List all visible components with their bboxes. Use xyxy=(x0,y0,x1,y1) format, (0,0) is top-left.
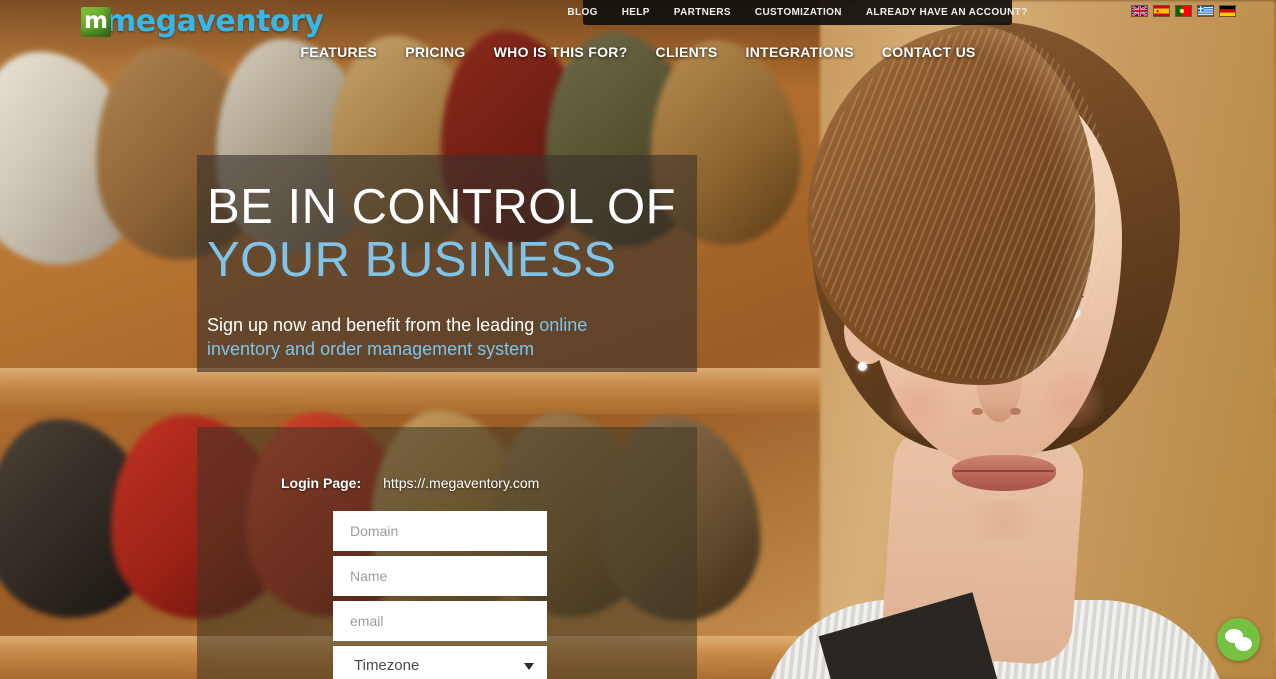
site-logo[interactable]: megaventory xyxy=(81,4,324,39)
hero-headline-line1: BE IN CONTROL OF xyxy=(207,180,677,234)
name-input[interactable] xyxy=(333,556,547,596)
nav-pricing[interactable]: PRICING xyxy=(405,44,465,60)
model-portrait xyxy=(740,0,1276,679)
language-selector xyxy=(1131,5,1236,17)
nav-integrations[interactable]: INTEGRATIONS xyxy=(746,44,854,60)
top-utility-bar: BLOG HELP PARTNERS CUSTOMIZATION ALREADY… xyxy=(567,0,1027,25)
top-nav-blog[interactable]: BLOG xyxy=(567,7,597,18)
email-input[interactable] xyxy=(333,601,547,641)
top-nav-help[interactable]: HELP xyxy=(622,7,650,18)
model-nostril xyxy=(1010,408,1021,415)
chevron-down-icon xyxy=(524,663,534,670)
megaventory-cube-icon xyxy=(81,7,111,37)
nav-who-is-this-for[interactable]: WHO IS THIS FOR? xyxy=(494,44,628,60)
model-lip-line xyxy=(954,470,1054,472)
hero-subtitle-plain: Sign up now and benefit from the leading xyxy=(207,314,540,335)
domain-input[interactable] xyxy=(333,511,547,551)
hero-subtitle: Sign up now and benefit from the leading… xyxy=(207,313,637,362)
timezone-select[interactable]: Timezone xyxy=(333,646,547,679)
login-page-label: Login Page: xyxy=(281,475,362,491)
model-cheek xyxy=(1032,372,1112,428)
page-title: BE IN CONTROL OF YOUR BUSINESS xyxy=(207,181,697,287)
nav-contact-us[interactable]: CONTACT US xyxy=(882,44,976,60)
login-page-row: Login Page: https://.megaventory.com xyxy=(197,427,697,491)
flag-el-icon[interactable] xyxy=(1197,5,1214,17)
model-nostril xyxy=(972,408,983,415)
timezone-select-label: Timezone xyxy=(354,657,420,674)
flag-es-icon[interactable] xyxy=(1153,5,1170,17)
model-lips xyxy=(952,455,1056,491)
model-earring xyxy=(858,362,867,371)
top-nav-partners[interactable]: PARTNERS xyxy=(674,7,731,18)
logo-wordmark: megaventory xyxy=(105,4,324,39)
signup-panel: Login Page: https://.megaventory.com Tim… xyxy=(197,427,697,679)
hero-panel: BE IN CONTROL OF YOUR BUSINESS Sign up n… xyxy=(197,155,697,372)
page-root: BLOG HELP PARTNERS CUSTOMIZATION ALREADY… xyxy=(0,0,1276,679)
main-navigation: FEATURES PRICING WHO IS THIS FOR? CLIENT… xyxy=(0,44,1276,60)
flag-de-icon[interactable] xyxy=(1219,5,1236,17)
chat-bubble-icon xyxy=(1235,637,1252,651)
flag-pt-icon[interactable] xyxy=(1175,5,1192,17)
chat-widget-button[interactable] xyxy=(1217,618,1260,661)
nav-features[interactable]: FEATURES xyxy=(300,44,377,60)
model-chin xyxy=(954,500,1054,540)
hero-headline-line2: YOUR BUSINESS xyxy=(207,232,617,287)
model-cheek xyxy=(880,378,960,434)
login-page-url: https://.megaventory.com xyxy=(383,475,540,491)
signup-form: Timezone xyxy=(333,511,547,679)
top-nav-customization[interactable]: CUSTOMIZATION xyxy=(755,7,842,18)
top-nav-login[interactable]: ALREADY HAVE AN ACCOUNT? xyxy=(866,7,1028,18)
nav-clients[interactable]: CLIENTS xyxy=(656,44,718,60)
flag-en-icon[interactable] xyxy=(1131,5,1148,17)
